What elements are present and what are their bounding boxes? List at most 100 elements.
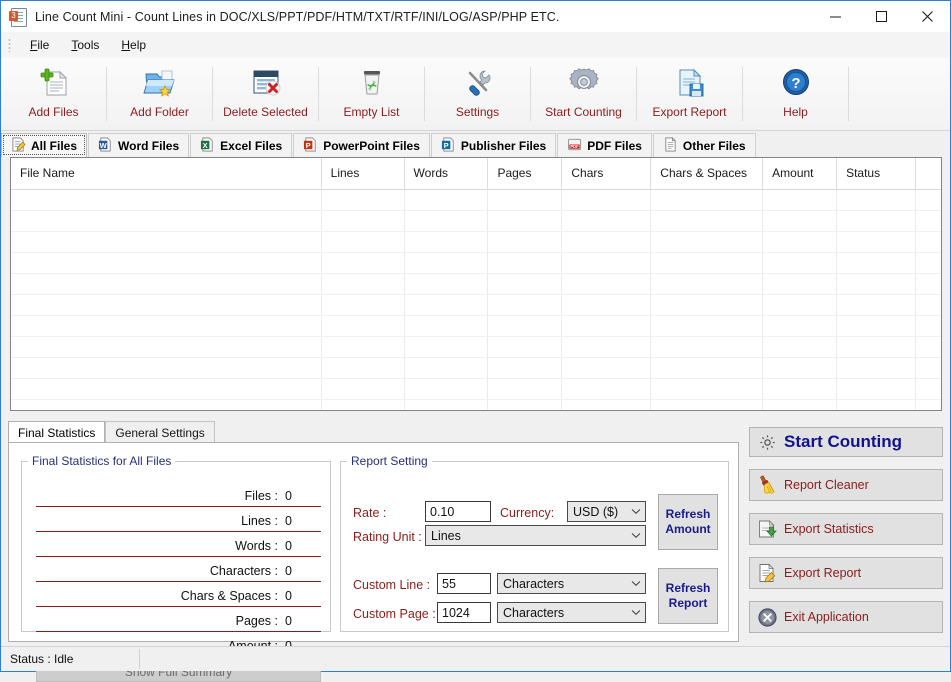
toolbar-label: Settings — [456, 105, 499, 119]
currency-label: Currency: — [500, 506, 554, 520]
toolbar-label: Delete Selected — [223, 105, 308, 119]
column-header-pages[interactable]: Pages — [488, 158, 562, 189]
tab-general-settings[interactable]: General Settings — [105, 421, 214, 443]
menu-grip-handle[interactable] — [8, 38, 11, 52]
excel-icon: X — [200, 137, 215, 155]
toolbar-help[interactable]: ? Help — [743, 58, 848, 130]
tab-pdf-files[interactable]: PDF PDF Files — [557, 133, 652, 157]
refresh-report-button[interactable]: Refresh Report — [658, 568, 718, 624]
rate-label: Rate : — [353, 506, 386, 520]
refresh-amount-line2: Amount — [665, 522, 710, 537]
refresh-amount-button[interactable]: Refresh Amount — [658, 494, 718, 550]
exit-icon — [750, 607, 784, 628]
tab-word-files[interactable]: W Word Files — [88, 133, 189, 157]
action-start-counting[interactable]: Start Counting — [749, 427, 943, 457]
tab-publisher-files[interactable]: P Publisher Files — [431, 133, 556, 157]
table-row[interactable] — [11, 190, 941, 211]
custom-page-input[interactable] — [437, 602, 491, 623]
stat-label: Lines : — [241, 514, 278, 531]
menu-item-tools[interactable]: Tools — [60, 35, 110, 55]
action-export-report[interactable]: Export Report — [749, 557, 943, 589]
window-controls — [812, 1, 950, 32]
tab-powerpoint-files[interactable]: P PowerPoint Files — [293, 133, 430, 157]
toolbar-settings[interactable]: Settings — [425, 58, 530, 130]
report-setting-group: Report Setting Rate : Currency: USD ($) … — [340, 454, 729, 632]
stat-label: Words : — [235, 539, 278, 556]
table-row[interactable] — [11, 337, 941, 358]
grid-body[interactable] — [11, 190, 941, 411]
table-row[interactable] — [11, 274, 941, 295]
toolbar-empty-list[interactable]: Empty List — [319, 58, 424, 130]
custom-page-unit-select[interactable]: Characters — [497, 602, 646, 623]
svg-text:X: X — [203, 140, 208, 149]
table-row[interactable] — [11, 295, 941, 316]
svg-text:P: P — [306, 140, 311, 149]
grid-header-row: File Name Lines Words Pages Chars Chars … — [11, 158, 941, 190]
table-row[interactable] — [11, 211, 941, 232]
rating-unit-select[interactable]: Lines — [425, 525, 646, 546]
toolbar-label: Export Report — [652, 105, 726, 119]
rate-input[interactable] — [425, 501, 491, 522]
help-icon: ? — [779, 63, 813, 103]
toolbar-export-report[interactable]: Export Report — [637, 58, 742, 130]
svg-text:W: W — [100, 140, 108, 149]
table-row[interactable] — [11, 232, 941, 253]
stat-value: 0 — [278, 589, 321, 606]
tab-label: Excel Files — [220, 139, 282, 153]
tab-all-files[interactable]: All Files — [1, 133, 87, 157]
toolbar-delete-selected[interactable]: Delete Selected — [213, 58, 318, 130]
stat-value: 0 — [278, 614, 321, 631]
column-header-amount[interactable]: Amount — [763, 158, 837, 189]
svg-text:PDF: PDF — [571, 144, 580, 149]
toolbar-label: Start Counting — [545, 105, 622, 119]
currency-value: USD ($) — [573, 505, 627, 519]
toolbar-label: Add Files — [28, 105, 78, 119]
svg-text:?: ? — [791, 75, 800, 92]
column-header-chars[interactable]: Chars — [562, 158, 651, 189]
custom-line-label: Custom Line : — [353, 578, 430, 592]
menu-bar: File Tools Help — [1, 32, 950, 59]
column-header-file-name[interactable]: File Name — [11, 158, 322, 189]
action-export-statistics[interactable]: Export Statistics — [749, 513, 943, 545]
toolbar-start-counting[interactable]: Start Counting — [531, 58, 636, 130]
maximize-button[interactable] — [858, 1, 904, 32]
svg-text:P: P — [444, 140, 449, 149]
action-report-cleaner[interactable]: Report Cleaner — [749, 469, 943, 501]
column-header-status[interactable]: Status — [837, 158, 916, 189]
table-row[interactable] — [11, 358, 941, 379]
stat-row-chars-spaces: Chars & Spaces : 0 — [36, 582, 321, 607]
column-header-chars-spaces[interactable]: Chars & Spaces — [651, 158, 763, 189]
stat-value: 0 — [278, 489, 321, 506]
export-statistics-icon — [750, 518, 784, 540]
column-header-lines[interactable]: Lines — [322, 158, 405, 189]
table-row[interactable] — [11, 379, 941, 400]
tab-excel-files[interactable]: X Excel Files — [190, 133, 292, 157]
grid-rows — [11, 190, 941, 411]
table-row[interactable] — [11, 253, 941, 274]
tab-other-files[interactable]: Other Files — [653, 133, 756, 157]
close-button[interactable] — [904, 1, 950, 32]
table-row[interactable] — [11, 316, 941, 337]
stat-row-pages: Pages : 0 — [36, 607, 321, 632]
table-row[interactable] — [11, 400, 941, 411]
currency-select[interactable]: USD ($) — [567, 501, 646, 522]
toolbar-add-files[interactable]: Add Files — [1, 58, 106, 130]
menu-item-help[interactable]: Help — [110, 35, 157, 55]
minimize-button[interactable] — [812, 1, 858, 32]
custom-line-unit-select[interactable]: Characters — [497, 573, 646, 594]
column-header-words[interactable]: Words — [405, 158, 489, 189]
delete-selected-icon — [248, 63, 284, 103]
custom-line-input[interactable] — [437, 573, 491, 594]
all-files-icon — [11, 137, 26, 155]
toolbar-label: Help — [783, 105, 808, 119]
tab-final-statistics[interactable]: Final Statistics — [8, 421, 105, 443]
rating-unit-label: Rating Unit : — [353, 530, 422, 544]
toolbar-add-folder[interactable]: Add Folder — [107, 58, 212, 130]
menu-item-file[interactable]: File — [19, 35, 60, 55]
app-logo-icon: 3 — [10, 8, 28, 26]
action-exit-application[interactable]: Exit Application — [749, 601, 943, 633]
file-list-grid[interactable]: File Name Lines Words Pages Chars Chars … — [10, 157, 942, 411]
stat-label: Pages : — [236, 614, 278, 631]
rating-unit-value: Lines — [431, 529, 627, 543]
custom-page-unit-value: Characters — [503, 606, 627, 620]
